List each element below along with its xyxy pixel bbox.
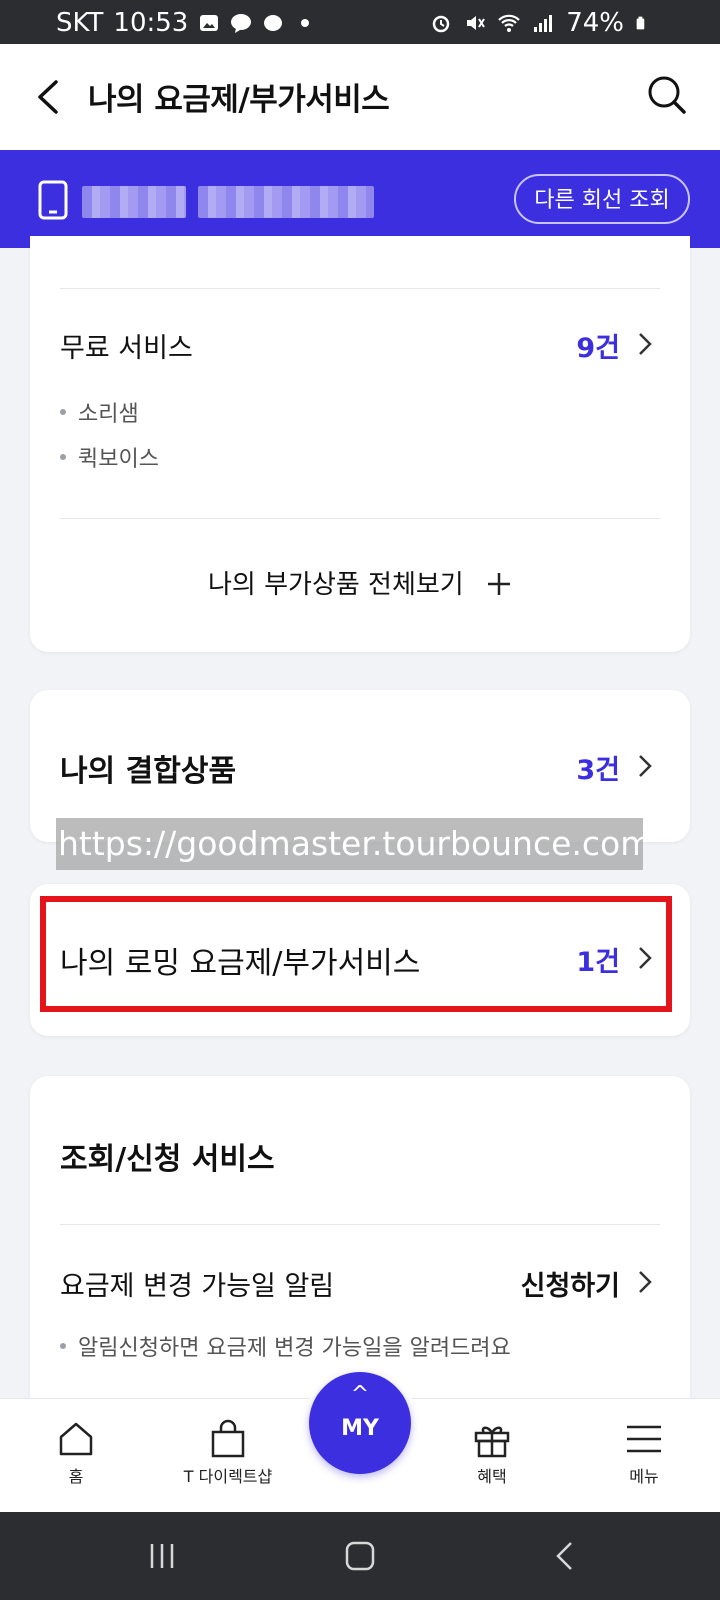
masked-plan-name: [198, 186, 374, 218]
addon-services-card: 무료 서비스 9건 소리샘 퀵보이스 나의 부가상품 전체보기: [30, 236, 690, 652]
more-notifications-icon: [301, 19, 310, 27]
back-button-icon[interactable]: [550, 1540, 582, 1572]
list-item: 소리샘: [60, 396, 139, 428]
watermark-url: https://goodmaster.tourbounce.com: [56, 818, 643, 870]
nav-menu[interactable]: 메뉴: [584, 1419, 704, 1487]
highlight-box: [40, 896, 672, 1012]
recent-apps-icon[interactable]: [146, 1540, 178, 1572]
free-services-count[interactable]: 9건: [576, 326, 620, 365]
home-button-icon[interactable]: [344, 1540, 376, 1572]
carrier: SKT: [56, 8, 104, 38]
my-label: MY: [341, 1416, 379, 1441]
gallery-icon: [200, 15, 219, 31]
view-all-addons-button[interactable]: 나의 부가상품 전체보기: [30, 564, 690, 601]
inquiry-services-card: 조회/신청 서비스 요금제 변경 가능일 알림 신청하기 알림신청하면 요금제 …: [30, 1076, 690, 1416]
system-nav-bar: [0, 1512, 720, 1600]
combined-products-label: 나의 결합상품: [60, 754, 237, 789]
free-service-item: 소리샘: [78, 402, 139, 427]
divider: [60, 288, 660, 289]
app-bar: 나의 요금제/부가서비스: [0, 44, 720, 150]
phone-icon: [38, 180, 68, 220]
list-item: 알림신청하면 요금제 변경 가능일을 알려드려요: [60, 1330, 511, 1362]
free-service-item: 퀵보이스: [78, 447, 159, 472]
bullet-dot: [60, 1343, 66, 1349]
plan-change-alert-label: 요금제 변경 가능일 알림: [60, 1271, 335, 1302]
plus-icon: [488, 573, 510, 595]
masked-phone-number: [82, 186, 186, 218]
caret-up-icon: ^: [350, 1382, 370, 1407]
list-item: 퀵보이스: [60, 441, 159, 473]
chevron-right-icon[interactable]: [636, 752, 654, 780]
plan-change-note: 알림신청하면 요금제 변경 가능일을 알려드려요: [78, 1336, 511, 1361]
inquiry-title: 조회/신청 서비스: [60, 1142, 275, 1177]
free-services-label[interactable]: 무료 서비스: [60, 326, 193, 365]
bullet-dot: [60, 454, 66, 460]
back-icon[interactable]: [30, 74, 70, 120]
signal-icon: [534, 15, 553, 32]
other-line-button[interactable]: 다른 회선 조회: [514, 174, 690, 224]
bullet-dot: [60, 409, 66, 415]
menu-icon: [627, 1425, 661, 1453]
clock: 10:53: [113, 8, 189, 38]
nav-benefits[interactable]: 혜택: [432, 1419, 552, 1487]
chevron-right-icon[interactable]: [636, 330, 654, 358]
home-icon: [59, 1422, 93, 1456]
battery-percent: 74%: [566, 8, 624, 38]
search-icon[interactable]: [644, 72, 690, 118]
line-selector-band: 다른 회선 조회: [0, 150, 720, 248]
divider: [60, 518, 660, 519]
nav-home-label: 홈: [68, 1467, 84, 1486]
mute-icon: [467, 16, 486, 30]
nav-direct-shop[interactable]: T 다이렉트샵: [168, 1419, 288, 1487]
chevron-right-icon[interactable]: [636, 1268, 654, 1296]
page-title: 나의 요금제/부가서비스: [88, 82, 390, 118]
wifi-icon: [498, 14, 520, 32]
nav-home[interactable]: 홈: [16, 1419, 136, 1487]
alarm-icon: [432, 15, 450, 33]
my-button[interactable]: ^ MY: [309, 1372, 411, 1474]
apply-button[interactable]: 신청하기: [521, 1264, 620, 1303]
view-all-label: 나의 부가상품 전체보기: [208, 570, 464, 600]
gift-icon: [474, 1426, 510, 1458]
shopping-bag-icon: [211, 1419, 245, 1458]
nav-menu-label: 메뉴: [629, 1467, 659, 1486]
combined-products-count: 3건: [576, 755, 620, 786]
messenger-icon: [264, 15, 283, 31]
status-bar: SKT 10:53 74%: [0, 0, 720, 44]
nav-direct-shop-label: T 다이렉트샵: [183, 1467, 273, 1486]
divider: [60, 1224, 660, 1225]
battery-icon: [636, 16, 645, 30]
nav-benefits-label: 혜택: [477, 1467, 507, 1486]
talk-icon: [231, 14, 252, 33]
